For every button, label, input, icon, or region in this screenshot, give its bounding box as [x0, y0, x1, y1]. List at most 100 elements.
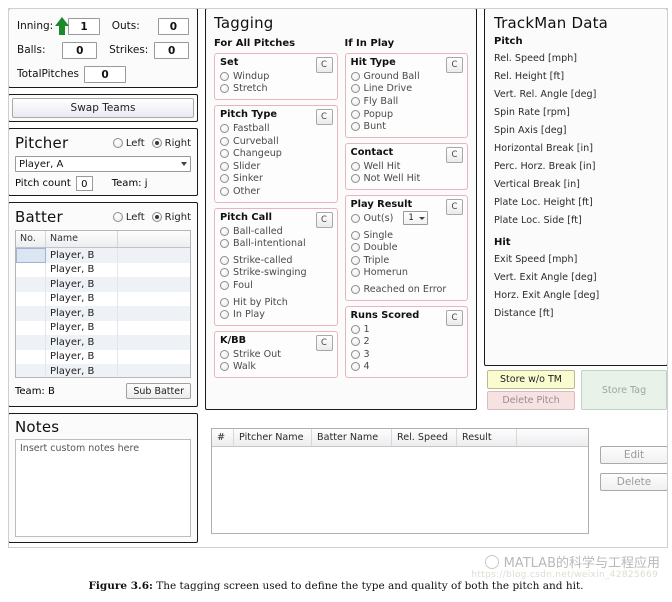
pitch-col-batter: Batter Name	[312, 429, 392, 446]
option-label: Slider	[233, 160, 261, 172]
pitcher-right-radio[interactable]: Right	[151, 137, 191, 149]
radio-option-stretch[interactable]: Stretch	[220, 83, 332, 96]
batter-row-name: Player, B	[46, 306, 118, 321]
batter-col-name: Name	[46, 231, 118, 247]
option-label: Curveball	[233, 135, 279, 147]
radio-dot-icon	[350, 161, 360, 171]
option-label: Other	[233, 185, 261, 197]
radio-option-strike-called[interactable]: Strike-called	[220, 254, 332, 267]
radio-option-curveball[interactable]: Curveball	[220, 135, 332, 148]
inning-value[interactable]: 1	[68, 17, 100, 35]
clear-button[interactable]: C	[446, 57, 463, 73]
radio-option-walk[interactable]: Walk	[220, 361, 332, 374]
batter-row-no	[16, 248, 46, 263]
radio-option-out-s[interactable]: Out(s) 1	[350, 211, 463, 226]
radio-option-not-well-hit[interactable]: Not Well Hit	[350, 173, 463, 186]
radio-option-in-play[interactable]: In Play	[220, 308, 332, 321]
table-row[interactable]: Player, B	[16, 248, 190, 263]
trackman-field: Vertical Break [in]	[494, 179, 580, 190]
notes-input[interactable]: Insert custom notes here	[15, 439, 191, 537]
swap-teams-button[interactable]: Swap Teams	[12, 98, 194, 118]
edit-button[interactable]: Edit	[600, 446, 668, 464]
table-row[interactable]: Player, B	[16, 262, 190, 277]
strikes-value[interactable]: 0	[154, 41, 189, 59]
outs-value[interactable]: 0	[157, 17, 189, 35]
in-play-groups: Hit Type C Ground Ball Line Drive Fly Ball Po…	[344, 53, 468, 379]
pitch-count-value[interactable]: 0	[75, 176, 93, 191]
table-row[interactable]: Player, B	[16, 306, 190, 321]
batter-row-name: Player, B	[46, 262, 118, 277]
clear-button[interactable]: C	[315, 211, 333, 228]
radio-dot-icon	[220, 268, 229, 278]
radio-option-ball-intentional[interactable]: Ball-intentional	[220, 237, 332, 250]
option-label: Stretch	[233, 83, 268, 95]
radio-option-windup[interactable]: Windup	[220, 70, 332, 83]
batter-title: Batter	[15, 208, 63, 226]
batter-left-radio[interactable]: Left	[112, 212, 145, 223]
radio-dot-icon	[350, 337, 360, 347]
radio-option-bunt[interactable]: Bunt	[350, 120, 463, 133]
clear-button[interactable]: C	[315, 109, 333, 126]
trackman-field: Perc. Horz. Break [in]	[494, 161, 596, 172]
pitcher-handedness-group: Left Right	[112, 137, 191, 149]
table-row[interactable]: Player, B	[16, 291, 190, 306]
radio-option-single[interactable]: Single	[350, 229, 463, 242]
radio-dot-icon	[220, 186, 229, 196]
pitch-log-table[interactable]: # Pitcher Name Batter Name Rel. Speed Re…	[211, 428, 589, 534]
radio-option-foul[interactable]: Foul	[220, 279, 332, 292]
radio-option-double[interactable]: Double	[350, 241, 463, 254]
pitcher-left-radio[interactable]: Left	[112, 138, 145, 149]
outs-count-select[interactable]: 1	[403, 211, 428, 226]
radio-option-hit-by-pitch[interactable]: Hit by Pitch	[220, 296, 332, 309]
radio-option-2[interactable]: 2	[350, 335, 463, 348]
radio-dot-icon	[220, 123, 229, 133]
batter-col-no: No.	[16, 231, 46, 247]
trackman-field: Vert. Exit Angle [deg]	[494, 272, 597, 283]
total-pitches-value[interactable]: 0	[84, 65, 127, 83]
trackman-hit-header: Hit	[494, 237, 511, 248]
radio-option-fastball[interactable]: Fastball	[220, 122, 332, 135]
radio-dot-icon	[350, 324, 360, 334]
clear-button[interactable]: C	[446, 199, 463, 216]
radio-option-reached-on-error[interactable]: Reached on Error	[350, 283, 463, 296]
pitcher-right-label: Right	[164, 137, 191, 149]
radio-dot-icon	[112, 212, 123, 222]
table-row[interactable]: Player, B	[16, 364, 190, 377]
batter-right-radio[interactable]: Right	[151, 212, 191, 223]
batter-table[interactable]: No. Name Player, B Player, B Player, B Play…	[15, 230, 191, 378]
option-label: Strike-called	[233, 254, 293, 266]
clear-button[interactable]: C	[315, 334, 333, 351]
radio-option-homerun[interactable]: Homerun	[350, 267, 463, 280]
table-row[interactable]: Player, B	[16, 349, 190, 364]
radio-option-line-drive[interactable]: Line Drive	[350, 83, 463, 96]
balls-value[interactable]: 0	[62, 41, 98, 59]
radio-option-4[interactable]: 4	[350, 361, 463, 374]
option-label: 4	[363, 361, 370, 373]
store-tag-button[interactable]: Store Tag	[581, 370, 667, 410]
sub-batter-button[interactable]: Sub Batter	[126, 383, 191, 399]
pitcher-select[interactable]: Player, A	[15, 156, 191, 172]
table-row[interactable]: Player, B	[16, 335, 190, 350]
radio-option-changeup[interactable]: Changeup	[220, 147, 332, 160]
radio-option-ball-called[interactable]: Ball-called	[220, 225, 332, 238]
table-row[interactable]: Player, B	[16, 320, 190, 335]
clear-button[interactable]: C	[446, 309, 463, 326]
radio-option-other[interactable]: Other	[220, 185, 332, 198]
clear-button[interactable]: C	[315, 57, 333, 73]
radio-option-triple[interactable]: Triple	[350, 254, 463, 267]
radio-option-strike-swinging[interactable]: Strike-swinging	[220, 267, 332, 280]
radio-dot-icon	[220, 149, 229, 159]
radio-option-3[interactable]: 3	[350, 348, 463, 361]
table-row[interactable]: Player, B	[16, 277, 190, 292]
store-without-trackman-button[interactable]: Store w/o TM	[487, 370, 575, 389]
radio-option-strike-out[interactable]: Strike Out	[220, 348, 332, 361]
delete-pitch-button[interactable]: Delete Pitch	[487, 391, 575, 410]
up-arrow-icon[interactable]	[55, 16, 70, 36]
radio-option-sinker[interactable]: Sinker	[220, 173, 332, 186]
clear-button[interactable]: C	[446, 146, 463, 163]
radio-option-slider[interactable]: Slider	[220, 160, 332, 173]
pitch-count-row: Pitch count 0 Team: j	[15, 176, 191, 191]
radio-option-fly-ball[interactable]: Fly Ball	[350, 95, 463, 108]
radio-option-popup[interactable]: Popup	[350, 108, 463, 121]
delete-button[interactable]: Delete	[600, 473, 668, 491]
